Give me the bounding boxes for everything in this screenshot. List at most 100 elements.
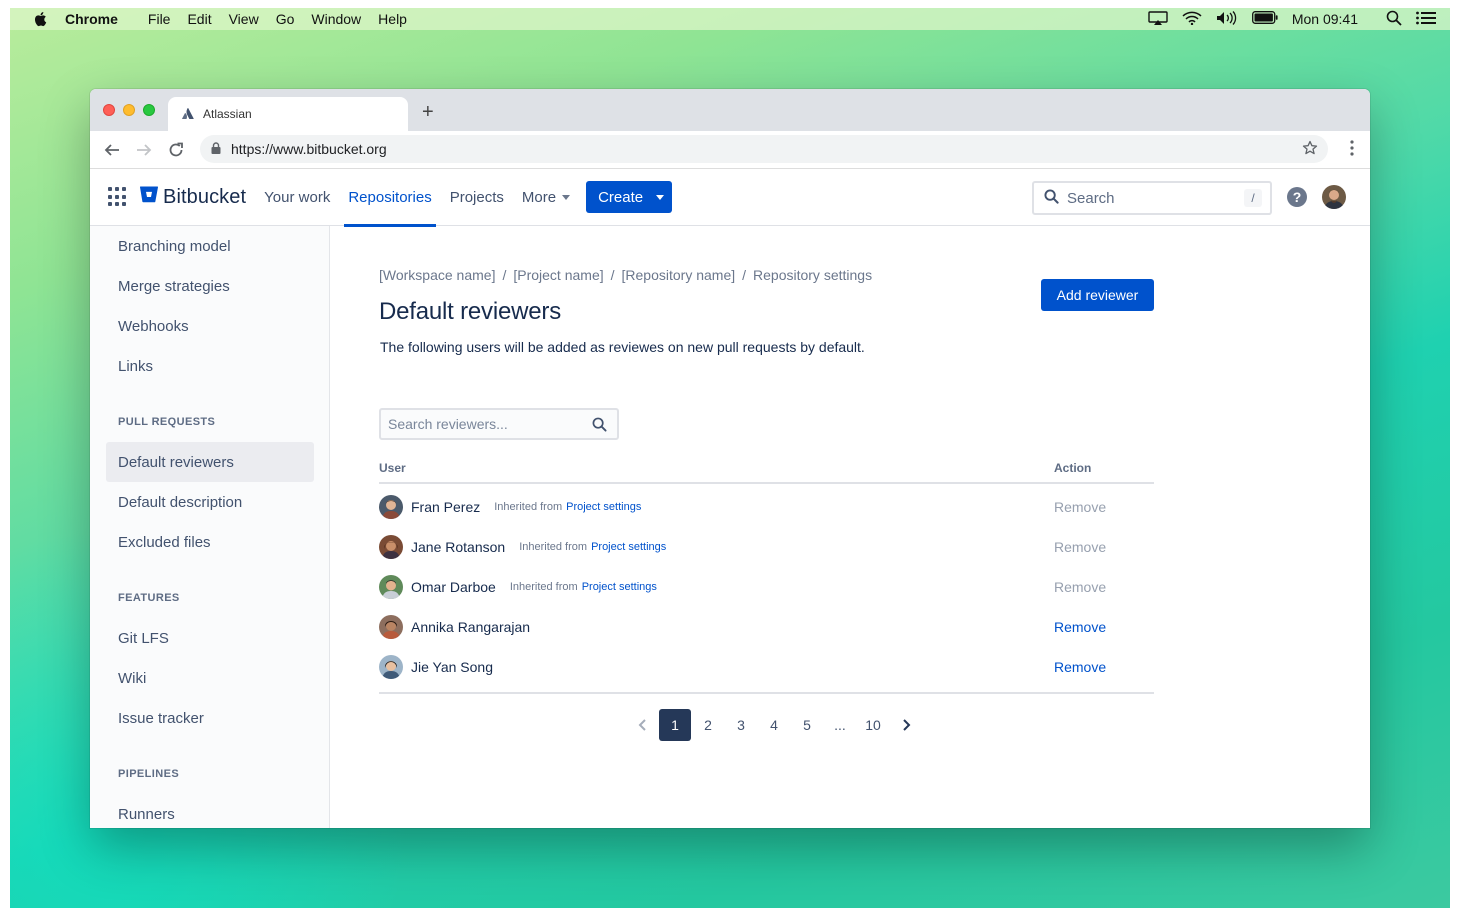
mac-menubar: Chrome File Edit View Go Window Help Mon… — [10, 8, 1450, 30]
chevron-left-icon[interactable] — [627, 709, 659, 741]
bookmark-star-icon[interactable] — [1302, 140, 1318, 159]
avatar[interactable] — [379, 495, 403, 519]
sidebar-item-excluded-files[interactable]: Excluded files — [106, 522, 314, 562]
project-settings-link[interactable]: Project settings — [582, 581, 657, 593]
menubar-item-help[interactable]: Help — [378, 11, 407, 27]
add-reviewer-button[interactable]: Add reviewer — [1041, 279, 1154, 311]
inherited-note: Inherited from Project settings — [519, 541, 666, 553]
chevron-right-icon[interactable] — [890, 709, 922, 741]
address-bar[interactable]: https://www.bitbucket.org — [200, 135, 1328, 163]
sidebar-item-links[interactable]: Links — [106, 346, 314, 386]
sidebar-item-default-description[interactable]: Default description — [106, 482, 314, 522]
profile-avatar[interactable] — [1322, 185, 1346, 209]
avatar[interactable] — [379, 655, 403, 679]
page-button-4[interactable]: 4 — [758, 709, 790, 741]
create-button[interactable]: Create — [586, 181, 673, 213]
spotlight-search-icon[interactable] — [1386, 10, 1402, 29]
column-header-user[interactable]: User — [379, 461, 406, 475]
remove-button[interactable]: Remove — [1054, 499, 1106, 515]
sidebar-item-runners[interactable]: Runners — [106, 794, 314, 828]
help-icon[interactable]: ? — [1287, 187, 1307, 207]
new-tab-plus-icon[interactable]: + — [422, 101, 434, 124]
page-button-10[interactable]: 10 — [857, 709, 889, 741]
reviewer-search-placeholder: Search reviewers... — [388, 416, 508, 432]
create-dropdown-caret-icon[interactable] — [656, 195, 665, 200]
minimize-window-button[interactable] — [123, 104, 135, 116]
sidebar-item-branching-model[interactable]: Branching model — [106, 226, 314, 266]
inherited-note: Inherited from Project settings — [510, 581, 657, 593]
volume-icon[interactable] — [1216, 10, 1238, 28]
nav-more-label: More — [521, 188, 557, 206]
nav-more[interactable]: More — [521, 169, 571, 226]
project-settings-link[interactable]: Project settings — [591, 541, 666, 553]
reviewer-name: Jie Yan Song — [411, 659, 493, 675]
notification-center-icon[interactable] — [1416, 11, 1436, 28]
sidebar-item-default-reviewers[interactable]: Default reviewers — [106, 442, 314, 482]
global-search-placeholder: Search — [1067, 189, 1115, 207]
menubar-clock[interactable]: Mon 09:41 — [1292, 11, 1358, 27]
sidebar-item-webhooks[interactable]: Webhooks — [106, 306, 314, 346]
menubar-app-name[interactable]: Chrome — [65, 11, 118, 27]
table-row: Jane Rotanson Inherited from Project sett… — [379, 527, 1154, 567]
page-button-3[interactable]: 3 — [725, 709, 757, 741]
nav-your-work[interactable]: Your work — [264, 169, 330, 226]
sidebar-item-git-lfs[interactable]: Git LFS — [106, 618, 314, 658]
breadcrumb-repository[interactable]: [Repository name] — [622, 267, 736, 283]
apple-icon[interactable] — [32, 10, 48, 28]
lock-icon[interactable] — [211, 141, 221, 157]
menubar-item-file[interactable]: File — [148, 11, 171, 27]
menubar-item-edit[interactable]: Edit — [187, 11, 211, 27]
remove-button[interactable]: Remove — [1054, 619, 1106, 635]
page-description: The following users will be added as rev… — [380, 339, 865, 355]
page-button-2[interactable]: 2 — [692, 709, 724, 741]
zoom-window-button[interactable] — [143, 104, 155, 116]
sidebar-item-wiki[interactable]: Wiki — [106, 658, 314, 698]
remove-button[interactable]: Remove — [1054, 659, 1106, 675]
page-button-1[interactable]: 1 — [659, 709, 691, 741]
table-row: Fran Perez Inherited from Project setting… — [379, 487, 1154, 527]
main-content: [Workspace name] / [Project name] / [Reposit… — [330, 226, 1370, 828]
browser-toolbar: https://www.bitbucket.org — [90, 131, 1370, 169]
avatar[interactable] — [379, 575, 403, 599]
app-switcher-icon[interactable] — [108, 187, 128, 207]
avatar[interactable] — [379, 535, 403, 559]
airplay-icon[interactable] — [1148, 10, 1168, 28]
pagination-ellipsis: ... — [834, 717, 846, 733]
address-bar-url: https://www.bitbucket.org — [231, 141, 387, 157]
battery-icon[interactable] — [1251, 11, 1278, 27]
back-arrow-icon[interactable] — [102, 140, 122, 160]
breadcrumb-project[interactable]: [Project name] — [513, 267, 603, 283]
inherited-note: Inherited from Project settings — [494, 501, 641, 513]
menubar-item-view[interactable]: View — [229, 11, 259, 27]
browser-menu-icon[interactable] — [1350, 140, 1354, 161]
nav-repositories[interactable]: Repositories — [344, 169, 437, 227]
remove-button[interactable]: Remove — [1054, 539, 1106, 555]
page-title: Default reviewers — [379, 298, 562, 325]
nav-projects[interactable]: Projects — [450, 169, 504, 226]
wifi-icon[interactable] — [1182, 11, 1202, 28]
sidebar-item-issue-tracker[interactable]: Issue tracker — [106, 698, 314, 738]
search-icon[interactable] — [592, 417, 607, 435]
table-divider — [379, 692, 1154, 694]
breadcrumb-workspace[interactable]: [Workspace name] — [379, 267, 495, 283]
sidebar-heading-features: FEATURES — [118, 592, 180, 604]
sidebar-item-merge-strategies[interactable]: Merge strategies — [106, 266, 314, 306]
remove-button[interactable]: Remove — [1054, 579, 1106, 595]
forward-arrow-icon[interactable] — [134, 140, 154, 160]
reviewer-search-input[interactable]: Search reviewers... — [379, 408, 619, 440]
menubar-item-window[interactable]: Window — [311, 11, 361, 27]
breadcrumb-repository-settings[interactable]: Repository settings — [753, 267, 872, 283]
browser-tab[interactable]: Atlassian — [168, 97, 408, 131]
page-button-5[interactable]: 5 — [791, 709, 823, 741]
reload-icon[interactable] — [166, 140, 186, 160]
menubar-item-go[interactable]: Go — [276, 11, 295, 27]
close-window-button[interactable] — [103, 104, 115, 116]
reviewer-name: Fran Perez — [411, 499, 481, 515]
avatar[interactable] — [379, 615, 403, 639]
reviewer-name: Annika Rangarajan — [411, 619, 531, 635]
global-search-input[interactable]: Search / — [1032, 181, 1272, 215]
bitbucket-logo[interactable]: Bitbucket — [140, 186, 246, 209]
app-body: Branching model Merge strategies Webhook… — [90, 226, 1370, 828]
inherited-prefix: Inherited from — [519, 541, 588, 553]
project-settings-link[interactable]: Project settings — [566, 501, 641, 513]
